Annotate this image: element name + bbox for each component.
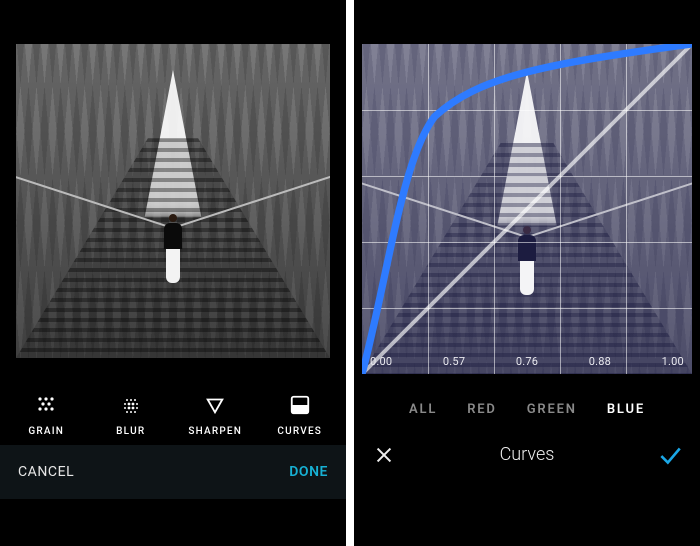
tool-label: BLUR (116, 426, 145, 437)
tool-label: SHARPEN (188, 426, 242, 437)
channel-red[interactable]: RED (467, 402, 497, 417)
cancel-button[interactable]: CANCEL (18, 464, 74, 480)
tool-label: GRAIN (28, 426, 64, 437)
tool-blur[interactable]: BLUR (96, 392, 166, 437)
effects-panel: GRAIN BLUR (0, 0, 346, 546)
curves-graph[interactable] (362, 44, 692, 374)
curves-preview-image[interactable]: 0.00 0.57 0.76 0.88 1.00 (362, 44, 692, 374)
close-button[interactable] (370, 441, 398, 469)
curves-title-bar: Curves (354, 427, 700, 481)
tool-label: CURVES (277, 426, 322, 437)
action-bar: CANCEL DONE (0, 445, 346, 499)
channel-blue[interactable]: BLUE (607, 402, 645, 417)
tool-row: GRAIN BLUR (0, 358, 346, 445)
blur-icon (118, 392, 144, 418)
curves-title: Curves (500, 444, 555, 465)
channel-row: ALL RED GREEN BLUE (354, 374, 700, 427)
tool-grain[interactable]: GRAIN (11, 392, 81, 437)
tool-sharpen[interactable]: SHARPEN (180, 392, 250, 437)
channel-green[interactable]: GREEN (527, 402, 577, 417)
sharpen-icon (202, 392, 228, 418)
curves-panel: 0.00 0.57 0.76 0.88 1.00 ALL RED GREEN B… (354, 0, 700, 546)
preview-image (16, 44, 330, 358)
done-button[interactable]: DONE (289, 464, 328, 480)
tool-curves[interactable]: CURVES (265, 392, 335, 437)
channel-all[interactable]: ALL (409, 402, 437, 417)
curves-icon (287, 392, 313, 418)
apply-button[interactable] (656, 441, 684, 469)
grain-icon (33, 392, 59, 418)
